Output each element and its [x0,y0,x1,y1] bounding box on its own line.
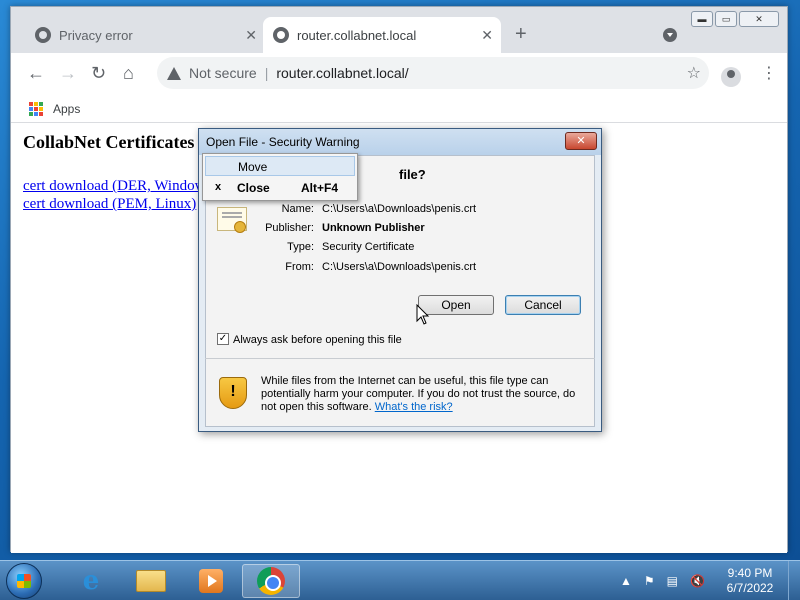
warning-message: While files from the Internet can be use… [261,375,591,414]
warning-shield-icon: ! [219,377,247,409]
menu-item-close[interactable]: x Close Alt+F4 [205,178,355,198]
folder-icon [136,570,166,592]
apps-grid-dot [39,107,43,111]
tab-label: router.collabnet.local [297,27,417,43]
clock[interactable]: 9:40 PM 6/7/2022 [722,566,778,596]
bookmarks-bar: Apps [11,93,787,123]
menu-item-label: Move [238,160,268,174]
media-player-taskbar-icon[interactable] [182,564,240,598]
internet-explorer-taskbar-icon[interactable]: e [62,564,120,598]
browser-menu-icon[interactable]: ⋮ [761,63,777,83]
risk-link[interactable]: What's the risk? [375,401,453,413]
apps-grid-dot [34,102,38,106]
menu-item-move[interactable]: Move [205,156,355,176]
back-arrow-icon[interactable]: ← [27,63,45,83]
system-tray: ▲ ⚑ ▤ 🔇 [620,574,705,588]
tab-privacy-error[interactable]: Privacy error ✕ [25,17,265,53]
start-button[interactable] [6,563,42,599]
tab-label: Privacy error [59,27,133,43]
from-value: C:\Users\a\Downloads\penis.crt [322,261,477,273]
pem-download-link[interactable]: cert download (PEM, Linux) [23,196,196,213]
certificate-icon [217,207,247,233]
publisher-value: Unknown Publisher [322,222,425,234]
page-title: CollabNet Certificates [23,132,195,152]
name-label: Name: [281,203,314,215]
type-label: Type: [287,241,314,253]
home-icon[interactable]: ⌂ [123,63,134,83]
reload-icon[interactable]: ↻ [91,63,106,83]
maximize-button[interactable]: ▭ [715,11,737,27]
apps-grid-dot [39,102,43,106]
always-ask-checkbox[interactable]: ✓ [217,333,229,345]
taskbar: e ▲ ⚑ ▤ 🔇 9:40 PM 6/7/2022 [0,560,800,600]
omnibox-separator: | [264,65,269,81]
file-explorer-taskbar-icon[interactable] [122,564,180,598]
bookmark-star-icon[interactable]: ☆ [687,63,701,83]
new-tab-button[interactable]: + [515,24,527,44]
chrome-taskbar-icon[interactable] [242,564,300,598]
dialog-divider [205,358,595,359]
chrome-icon [257,567,285,595]
warning-triangle-icon[interactable] [167,66,181,80]
type-value: Security Certificate [322,241,415,253]
apps-grid-dot [29,112,33,116]
clock-date: 6/7/2022 [726,581,774,595]
apps-grid-dot [29,107,33,111]
apps-grid-dot [29,102,33,106]
apps-grid-icon[interactable] [29,102,43,116]
system-context-menu: Move x Close Alt+F4 [202,153,358,201]
address-bar[interactable]: Not secure | router.collabnet.local/ ☆ [157,57,709,89]
dialog-title: Open File - Security Warning [206,135,360,149]
internet-explorer-icon: e [82,566,100,596]
show-desktop-button[interactable] [788,561,800,600]
network-icon[interactable]: ▤ [667,574,678,588]
globe-icon [273,27,289,43]
browser-toolbar: ← → ↻ ⌂ Not secure | router.collabnet.lo… [11,53,787,93]
profile-avatar-icon[interactable] [721,67,741,87]
publisher-label: Publisher: [265,222,314,234]
window-controls: ▬ ▭ ✕ [691,11,779,27]
apps-bookmark[interactable]: Apps [53,102,80,116]
globe-icon [35,27,51,43]
tray-chevron-icon[interactable]: ▲ [620,574,632,588]
minimize-button[interactable]: ▬ [691,11,713,27]
action-center-flag-icon[interactable]: ⚑ [644,574,655,588]
dialog-heading: file? [399,167,426,182]
tab-strip: Privacy error ✕ router.collabnet.local ✕… [11,7,787,53]
volume-muted-icon[interactable]: 🔇 [690,574,705,588]
close-x-icon: x [215,181,222,193]
apps-grid-dot [39,112,43,116]
security-label[interactable]: Not secure [189,65,257,81]
der-download-link[interactable]: cert download (DER, Windows) [23,178,216,195]
clock-time: 9:40 PM [727,566,773,580]
apps-grid-dot [34,107,38,111]
media-player-icon [199,569,223,593]
tab-close-icon[interactable]: ✕ [481,27,493,44]
tab-search-icon[interactable] [663,28,677,42]
from-label: From: [285,261,314,273]
menu-item-label: Close [237,181,270,195]
menu-item-accelerator: Alt+F4 [301,181,339,195]
name-value: C:\Users\a\Downloads\penis.crt [322,203,477,215]
tab-router[interactable]: router.collabnet.local ✕ [263,17,501,53]
apps-grid-dot [34,112,38,116]
dialog-close-button[interactable]: ✕ [565,132,597,150]
dialog-title-bar[interactable]: Open File - Security Warning ✕ [199,129,601,155]
cancel-button[interactable]: Cancel [505,295,581,315]
always-ask-label[interactable]: Always ask before opening this file [233,334,402,346]
forward-arrow-icon[interactable]: → [59,63,77,83]
url-text[interactable]: router.collabnet.local/ [276,65,408,81]
window-close-button[interactable]: ✕ [739,11,779,27]
tab-close-icon[interactable]: ✕ [245,27,257,44]
